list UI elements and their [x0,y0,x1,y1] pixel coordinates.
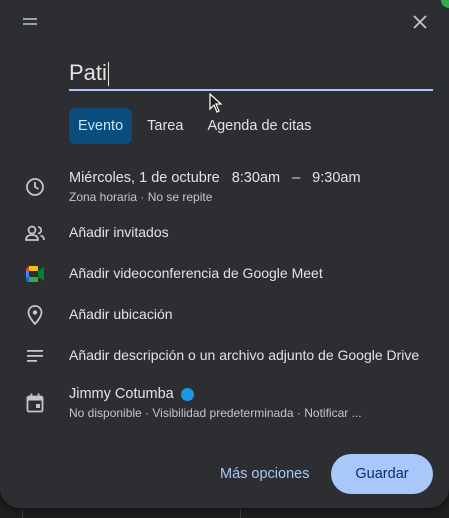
notes-icon [24,345,46,367]
text-caret [107,62,110,87]
save-button[interactable]: Guardar [331,454,433,494]
add-meet-label[interactable]: Añadir videoconferencia de Google Meet [69,265,323,281]
schedule-details[interactable]: Zona horaria · No se repite [69,190,212,204]
tab-tarea[interactable]: Tarea [138,108,192,144]
event-start-time[interactable]: 8:30am [232,170,280,186]
backdrop-divider [240,508,241,518]
add-location-label[interactable]: Añadir ubicación [69,306,173,322]
event-quick-create-dialog: Pati Evento Tarea Agenda de citas Miérco… [0,0,449,508]
calendar-details[interactable]: No disponible · Visibilidad predetermina… [69,406,362,420]
event-title-value: Pati [69,60,107,85]
tab-evento[interactable]: Evento [69,108,133,144]
calendar-row[interactable]: Jimmy Cotumba No disponible · Visibilida… [0,384,449,424]
tab-agenda-de-citas[interactable]: Agenda de citas [198,108,320,144]
close-button[interactable] [405,7,435,37]
add-guests-label[interactable]: Añadir invitados [69,224,169,240]
calendar-icon [24,392,46,414]
people-icon [24,222,46,244]
event-type-tabs: Evento Tarea Agenda de citas [69,108,326,144]
calendar-name[interactable]: Jimmy Cotumba [69,386,174,402]
more-options-button[interactable]: Más opciones [213,456,316,492]
event-end-time[interactable]: 9:30am [312,170,360,186]
add-guests-row[interactable]: Añadir invitados [0,222,449,244]
clock-icon [24,176,46,198]
add-description-label[interactable]: Añadir descripción o un archivo adjunto … [69,347,419,363]
drag-handle-icon[interactable] [21,14,39,28]
close-icon [413,15,427,29]
backdrop-divider [22,508,23,518]
event-title-input[interactable]: Pati [69,57,433,91]
location-pin-icon [24,304,46,326]
calendar-color-dot [180,387,194,401]
time-separator: – [292,170,301,186]
add-location-row[interactable]: Añadir ubicación [0,304,449,326]
schedule-row[interactable]: Miércoles, 1 de octubre 8:30am –9:30am Zon… [0,168,449,208]
add-meet-row[interactable]: Añadir videoconferencia de Google Meet [0,263,449,285]
google-meet-icon [24,263,46,285]
event-date[interactable]: Miércoles, 1 de octubre [69,170,220,186]
add-description-row[interactable]: Añadir descripción o un archivo adjunto … [0,345,449,367]
corner-accent [441,0,449,8]
